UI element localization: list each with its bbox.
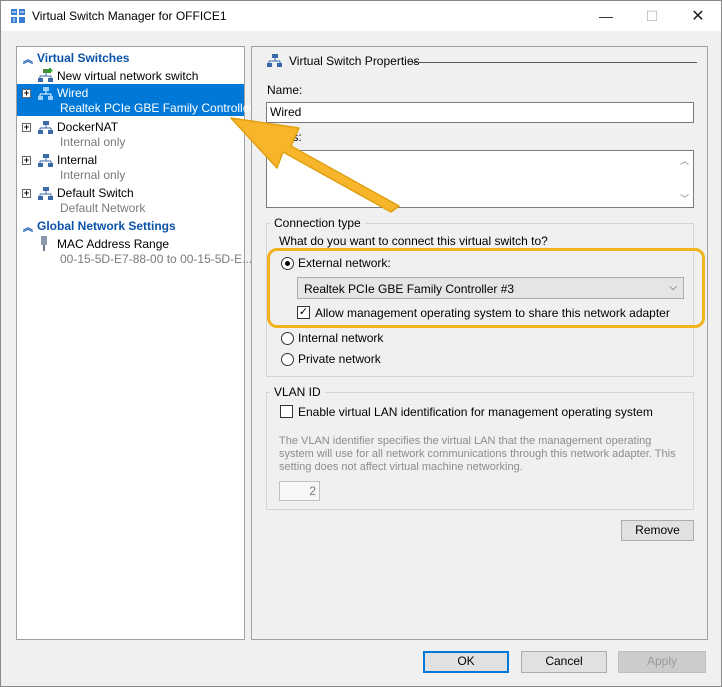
virtual-switches-section[interactable]: ︽ Virtual Switches [19, 50, 244, 66]
properties-header: Virtual Switch Properties [266, 53, 420, 68]
switch-item-default-switch[interactable]: + Default Switch Default Network [17, 184, 244, 216]
minimize-button[interactable]: — [583, 1, 629, 31]
switch-detail: Internal only [60, 135, 126, 149]
expand-icon[interactable]: + [22, 189, 31, 198]
mac-address-value: 00-15-5D-E7-88-00 to 00-15-5D-E... [60, 252, 253, 266]
vlan-id-input[interactable]: 2 [279, 481, 320, 501]
switch-detail: Default Network [60, 201, 146, 215]
new-switch-icon [38, 68, 53, 82]
switch-item-internal[interactable]: + Internal Internal only [17, 151, 244, 183]
private-network-label[interactable]: Private network [298, 352, 381, 366]
cancel-button[interactable]: Cancel [521, 651, 607, 673]
expand-icon[interactable]: + [22, 123, 31, 132]
name-label: Name: [267, 83, 303, 97]
scroll-up-icon[interactable]: ︿ [680, 154, 689, 167]
window-title: Virtual Switch Manager for OFFICE1 [32, 9, 227, 23]
properties-title: Virtual Switch Properties [289, 53, 420, 68]
global-network-settings-header: Global Network Settings [37, 219, 176, 233]
enable-vlan-checkbox[interactable] [280, 405, 293, 418]
internal-network-radio[interactable] [281, 332, 294, 345]
enable-vlan-label[interactable]: Enable virtual LAN identification for ma… [298, 405, 653, 419]
switch-manager-app-icon [11, 9, 25, 23]
virtual-switches-header: Virtual Switches [37, 51, 130, 65]
maximize-button[interactable]: ☐ [629, 1, 675, 31]
switch-item-wired[interactable]: + Wired Realtek PCIe GBE Family Controll… [17, 84, 263, 116]
switch-name: Wired [57, 86, 89, 100]
switch-detail: Internal only [60, 168, 126, 182]
virtual-switch-manager-window: Virtual Switch Manager for OFFICE1 — ☐ ✕… [0, 0, 722, 687]
new-virtual-switch-item[interactable]: New virtual network switch [17, 67, 244, 85]
network-switch-icon [38, 87, 53, 100]
highlight-frame [267, 248, 705, 328]
ok-button[interactable]: OK [423, 651, 509, 673]
network-switch-icon [38, 154, 53, 167]
network-switch-icon [38, 121, 53, 134]
switch-item-dockernat[interactable]: + DockerNAT Internal only [17, 118, 244, 150]
apply-button[interactable]: Apply [618, 651, 706, 673]
remove-button[interactable]: Remove [621, 520, 694, 541]
scroll-down-icon[interactable]: ﹀ [680, 192, 689, 205]
mac-address-icon [41, 236, 47, 251]
network-switch-icon [38, 187, 53, 200]
collapse-chevron-icon[interactable]: ︽ [19, 51, 37, 66]
expand-icon[interactable]: + [22, 89, 31, 98]
switch-tree-panel: ︽ Virtual Switches New virtual network s… [16, 46, 263, 640]
mac-address-range-item[interactable]: MAC Address Range 00-15-5D-E7-88-00 to 0… [17, 235, 252, 269]
network-switch-icon [267, 54, 282, 67]
private-network-radio[interactable] [281, 353, 294, 366]
title-bar: Virtual Switch Manager for OFFICE1 — ☐ ✕ [1, 1, 721, 31]
mac-address-label: MAC Address Range [57, 237, 170, 251]
collapse-chevron-icon[interactable]: ︽ [19, 219, 37, 234]
pointer-arrow-icon [230, 117, 400, 213]
new-switch-label: New virtual network switch [57, 69, 199, 83]
expand-icon[interactable]: + [22, 156, 31, 165]
global-network-settings-section[interactable]: ︽ Global Network Settings [19, 218, 244, 234]
header-divider [412, 62, 697, 63]
connection-question: What do you want to connect this virtual… [279, 234, 548, 248]
internal-network-label[interactable]: Internal network [298, 331, 383, 345]
switch-name: Default Switch [57, 186, 134, 200]
switch-name: DockerNAT [57, 120, 119, 134]
vlan-title: VLAN ID [270, 385, 325, 399]
vlan-description: The VLAN identifier specifies the virtua… [279, 435, 676, 473]
switch-name: Internal [57, 153, 98, 167]
close-button[interactable]: ✕ [675, 1, 721, 31]
